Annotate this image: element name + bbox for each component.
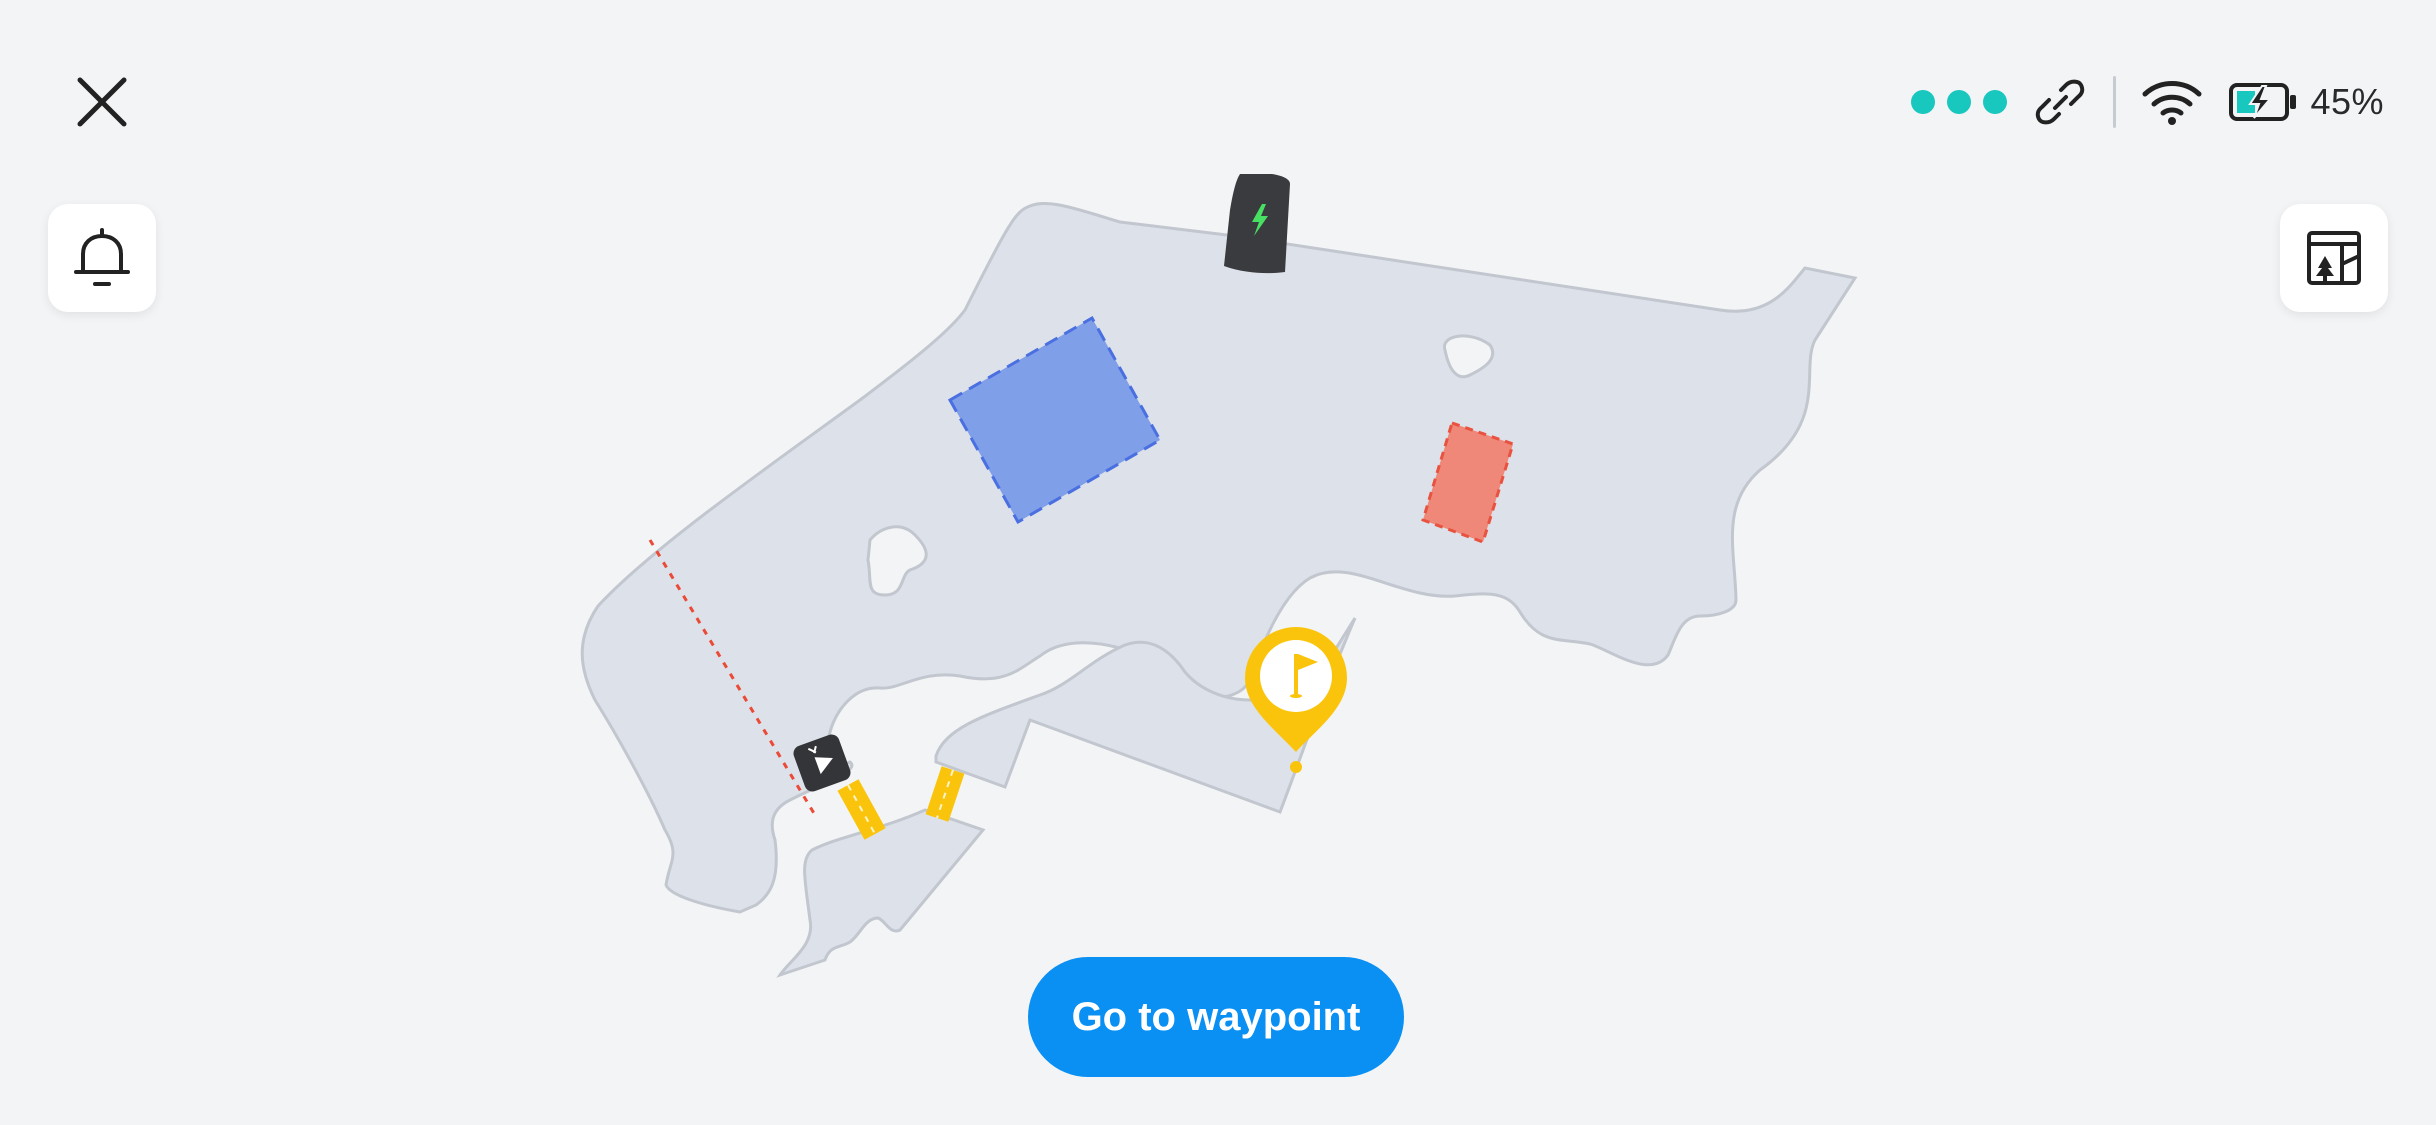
go-to-waypoint-button[interactable]: Go to waypoint bbox=[1028, 957, 1404, 1077]
connection-dot bbox=[1911, 90, 1936, 114]
status-divider bbox=[2113, 76, 2117, 128]
close-icon bbox=[77, 77, 127, 127]
connection-dot bbox=[1947, 90, 1972, 114]
status-bar: 45% bbox=[1911, 70, 2384, 134]
battery-percent: 45% bbox=[2310, 81, 2384, 122]
map-screen: 45% Go to waypoint bbox=[0, 0, 2436, 1125]
map-layers-button[interactable] bbox=[2280, 204, 2388, 312]
close-button[interactable] bbox=[62, 62, 142, 142]
lawn-area-peninsula[interactable] bbox=[776, 808, 986, 978]
map-layers-icon bbox=[2307, 231, 2361, 285]
charging-station-icon[interactable] bbox=[1224, 174, 1290, 274]
lawn-area-main[interactable] bbox=[580, 201, 1858, 914]
connection-dot bbox=[1983, 90, 2008, 114]
bell-icon bbox=[74, 228, 130, 286]
wifi-icon bbox=[2142, 81, 2202, 125]
link-icon[interactable] bbox=[2033, 75, 2087, 129]
notifications-button[interactable] bbox=[48, 204, 156, 312]
connection-dots bbox=[1911, 90, 2008, 114]
battery-status: 45% bbox=[2228, 80, 2384, 124]
channel-path-right bbox=[925, 766, 965, 822]
battery-charging-icon bbox=[2229, 83, 2297, 121]
channel-path-left bbox=[837, 779, 886, 840]
